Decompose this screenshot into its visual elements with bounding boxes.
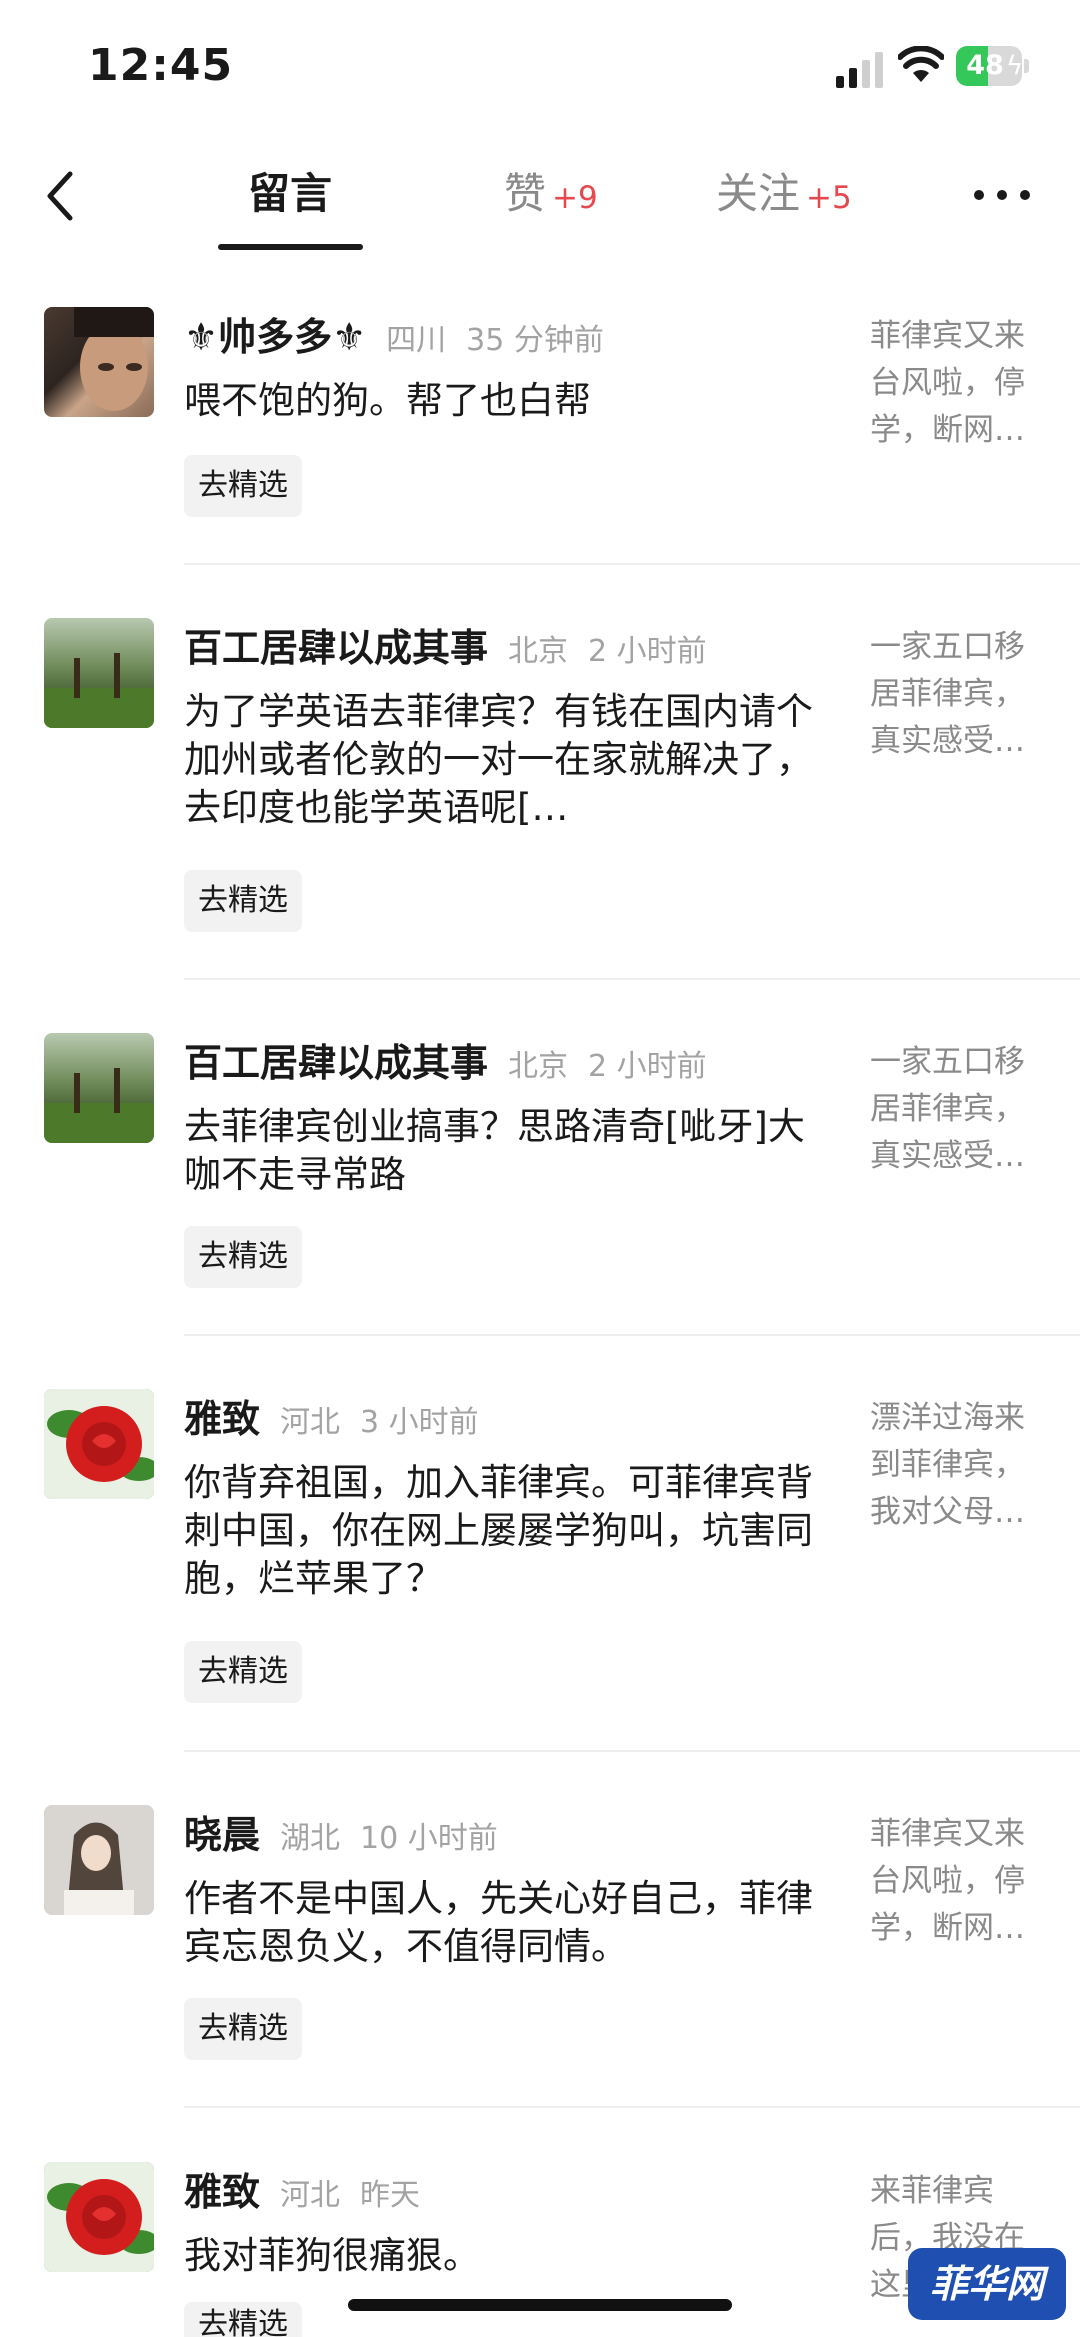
article-title[interactable]: 漂洋过海来到菲律宾，我对父母… [870,1395,1050,1536]
comment-time: 3 小时前 [360,1405,479,1440]
comment-meta: ⚜帅多多⚜ 四川 35 分钟前 [184,307,604,367]
avatar[interactable] [44,618,154,728]
tab-likes[interactable]: 赞 +9 [504,162,598,230]
comment-item: 晓晨 湖北 10 小时前 作者不是中国人，先关心好自己，菲律宾忘恩负义，不值得同情。… [0,1805,1080,2105]
article-title[interactable]: 一家五口移居菲律宾，真实感受… [870,1039,1050,1180]
comment-time: 2 小时前 [588,1049,707,1084]
wifi-icon [898,46,944,82]
tab-count-badge: +9 [552,180,598,216]
comment-meta: 雅致 河北 昨天 [184,2162,420,2222]
commenter-location: 河北 [280,2178,341,2213]
feature-button[interactable]: 去精选 [184,455,302,517]
commenter-name[interactable]: ⚜帅多多⚜ [184,315,366,359]
commenter-name[interactable]: 百工居肆以成其事 [184,626,488,670]
tab-label: 赞 [504,169,547,218]
cellular-signal-icon [836,52,883,88]
commenter-location: 四川 [386,323,447,358]
comment-text: 去菲律宾创业搞事？思路清奇[呲牙]大咖不走寻常路 [184,1105,805,1196]
divider [184,1750,1080,1752]
feature-button[interactable]: 去精选 [184,1998,302,2060]
commenter-location: 北京 [508,634,569,669]
avatar[interactable] [44,2162,154,2272]
commenter-name[interactable]: 晓晨 [184,1813,260,1857]
comment-meta: 晓晨 湖北 10 小时前 [184,1805,498,1865]
comment-time: 昨天 [360,2178,421,2213]
article-title[interactable]: 菲律宾又来台风啦，停学，断网… [870,313,1050,454]
comment-text: 为了学英语去菲律宾？有钱在国内请个加州或者伦敦的一对一在家就解决了，去印度也能学… [184,690,813,829]
divider [184,1334,1080,1336]
tab-comments[interactable]: 留言 [248,162,332,226]
commenter-location: 河北 [280,1405,341,1440]
comment-text: 我对菲狗很痛狠。 [184,2234,480,2277]
tab-label: 关注 [716,169,801,218]
comment-meta: 百工居肆以成其事 北京 2 小时前 [184,1033,707,1093]
tab-follows[interactable]: 关注 +5 [716,162,852,230]
divider [184,563,1080,565]
avatar[interactable] [44,307,154,417]
comment-time: 2 小时前 [588,634,707,669]
feature-button[interactable]: 去精选 [184,1641,302,1703]
article-title[interactable]: 菲律宾又来台风啦，停学，断网… [870,1811,1050,1952]
commenter-name[interactable]: 雅致 [184,2170,260,2214]
feature-button[interactable]: 去精选 [184,2302,302,2337]
avatar[interactable] [44,1805,154,1915]
feature-button[interactable]: 去精选 [184,1226,302,1288]
feature-button[interactable]: 去精选 [184,870,302,932]
battery-icon: 48 ϟ [956,46,1032,86]
avatar[interactable] [44,1389,154,1499]
comment-item: 百工居肆以成其事 北京 2 小时前 为了学英语去菲律宾？有钱在国内请个加州或者伦敦的… [0,618,1080,978]
commenter-location: 北京 [508,1049,569,1084]
charging-bolt-icon: ϟ [1006,51,1024,81]
comment-meta: 百工居肆以成其事 北京 2 小时前 [184,618,707,678]
comment-text: 作者不是中国人，先关心好自己，菲律宾忘恩负义，不值得同情。 [184,1877,813,1968]
back-arrow-icon[interactable] [40,164,80,228]
status-time: 12:45 [88,40,234,91]
comment-meta: 雅致 河北 3 小时前 [184,1389,479,1449]
more-options-icon[interactable] [972,182,1032,206]
active-tab-indicator [218,244,363,250]
article-title[interactable]: 一家五口移居菲律宾，真实感受… [870,624,1050,765]
top-navigation: 留言 赞 +9 关注 +5 [0,140,1080,260]
divider [184,978,1080,980]
comment-text: 喂不饱的狗。帮了也白帮 [184,379,591,422]
comment-text: 你背弃祖国，加入菲律宾。可菲律宾背刺中国，你在网上屡屡学狗叫，坑害同胞，烂苹果了… [184,1461,813,1600]
comment-time: 35 分钟前 [466,323,604,358]
divider [184,2106,1080,2108]
battery-percent: 48 [966,50,1004,81]
comment-item: ⚜帅多多⚜ 四川 35 分钟前 喂不饱的狗。帮了也白帮 去精选 菲律宾又来台风啦，停… [0,307,1080,567]
commenter-location: 湖北 [280,1821,341,1856]
commenter-name[interactable]: 雅致 [184,1397,260,1441]
home-indicator[interactable] [348,2299,732,2311]
status-bar: 12:45 48 ϟ [0,0,1080,130]
tab-count-badge: +5 [806,180,852,216]
watermark-logo: 菲华网 [908,2248,1066,2320]
tab-label: 留言 [248,169,333,218]
commenter-name[interactable]: 百工居肆以成其事 [184,1041,488,1085]
avatar[interactable] [44,1033,154,1143]
comment-item: 百工居肆以成其事 北京 2 小时前 去菲律宾创业搞事？思路清奇[呲牙]大咖不走寻常路… [0,1033,1080,1333]
comment-time: 10 小时前 [360,1821,498,1856]
comment-item: 雅致 河北 3 小时前 你背弃祖国，加入菲律宾。可菲律宾背刺中国，你在网上屡屡学狗叫… [0,1389,1080,1749]
